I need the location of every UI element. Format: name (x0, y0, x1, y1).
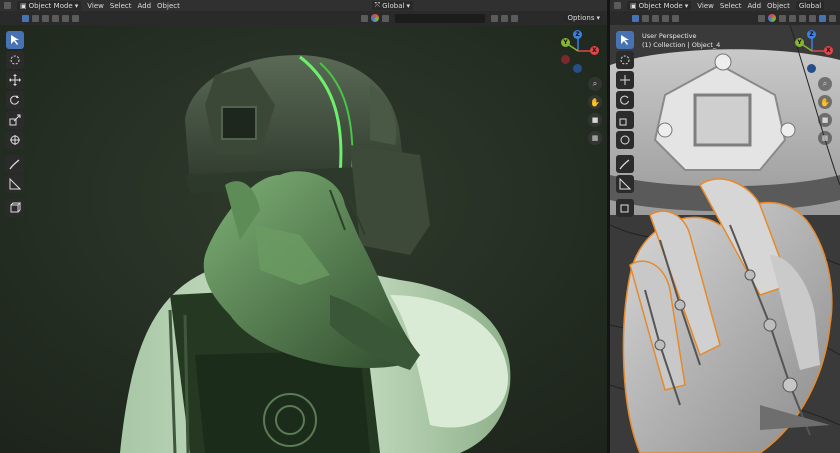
measure-icon[interactable] (616, 175, 634, 193)
transform-orientation-dropdown[interactable]: ⤧ Global ▾ (371, 1, 413, 10)
select-mode-subtract-icon[interactable] (662, 14, 669, 22)
left-toolbar (6, 31, 24, 217)
transform-orientation-dropdown[interactable]: Global (795, 1, 825, 10)
chevron-down-icon: ▾ (74, 1, 79, 10)
navigation-gizmo[interactable]: Z X Y (790, 29, 834, 73)
move-icon[interactable] (6, 71, 24, 89)
menu-view[interactable]: View (697, 2, 714, 10)
transform-icon[interactable] (616, 131, 634, 149)
gizmo-neg-z-axis[interactable] (807, 64, 816, 73)
render-viewport-image (0, 25, 607, 453)
gizmo-x-axis[interactable]: X (590, 46, 599, 55)
search-field[interactable] (395, 13, 486, 23)
camera-icon[interactable]: ■ (818, 113, 832, 127)
zoom-icon[interactable]: ⌕ (818, 77, 832, 91)
pan-hand-icon[interactable]: ✋ (818, 95, 832, 109)
view-name-label: User Perspective (642, 32, 697, 40)
menu-add[interactable]: Add (747, 2, 761, 10)
view3d-icon (4, 2, 11, 9)
select-mode-invert-icon[interactable] (62, 14, 69, 22)
cursor-select-icon[interactable] (616, 31, 634, 49)
select-mode-extend-icon[interactable] (42, 14, 49, 22)
select-box-icon[interactable] (22, 14, 29, 22)
object-mode-icon: ▣ (630, 1, 637, 10)
scale-icon[interactable] (6, 111, 24, 129)
outliner-filter-icon[interactable] (501, 14, 509, 22)
left-viewport[interactable]: Z X Y ⌕ ✋ ■ ▦ (0, 25, 607, 453)
overlays-icon[interactable] (789, 14, 796, 22)
select-mode-subtract-icon[interactable] (52, 14, 59, 22)
gizmo-y-axis[interactable]: Y (795, 38, 804, 47)
cursor-select-icon[interactable] (6, 31, 24, 49)
rotate-icon[interactable] (6, 91, 24, 109)
view3d-icon (614, 2, 621, 9)
right-editor-header: ▣ Object Mode ▾ View Select Add Object Glo… (610, 0, 840, 11)
transform-icon[interactable] (6, 131, 24, 149)
gizmo-toggle-icon[interactable] (382, 14, 390, 22)
shading-solid-icon[interactable] (819, 14, 826, 22)
gizmo-neg-x-axis[interactable] (561, 55, 570, 64)
cursor-3d-icon[interactable] (616, 51, 634, 69)
measure-icon[interactable] (6, 175, 24, 193)
cursor-3d-icon[interactable] (6, 51, 24, 69)
options-dropdown[interactable]: Options ▾ (564, 13, 603, 23)
select-mode-intersect-icon[interactable] (72, 14, 79, 22)
xray-icon[interactable] (799, 14, 806, 22)
select-mode-invert-icon[interactable] (672, 14, 679, 22)
view-object-types-icon[interactable] (361, 14, 369, 22)
select-mode-set-icon[interactable] (642, 14, 649, 22)
scale-icon[interactable] (616, 111, 634, 129)
chevron-down-icon: ▾ (684, 1, 689, 10)
annotate-icon[interactable] (6, 155, 24, 173)
menu-object[interactable]: Object (767, 2, 790, 10)
gizmo-neg-z-axis[interactable] (573, 64, 582, 73)
zoom-icon[interactable]: ⌕ (588, 77, 602, 91)
overlay-color-icon[interactable] (371, 14, 380, 22)
rotate-icon[interactable] (616, 91, 634, 109)
right-tool-header (610, 11, 840, 25)
chevron-down-icon: ▾ (406, 1, 410, 10)
add-cube-icon[interactable] (616, 199, 634, 217)
editor-type-button[interactable] (4, 2, 11, 9)
axes-icon: ⤧ (374, 1, 381, 9)
perspective-grid-icon[interactable]: ▦ (818, 131, 832, 145)
camera-icon[interactable]: ■ (588, 113, 602, 127)
right-toolbar (616, 31, 634, 217)
collection-label: (1) Collection | Object_4 (642, 41, 721, 49)
chevron-down-icon: ▾ (596, 14, 600, 22)
gizmo-toggle-icon[interactable] (779, 14, 786, 22)
gizmo-z-axis[interactable]: Z (573, 30, 582, 39)
gizmo-z-axis[interactable]: Z (807, 30, 816, 39)
object-mode-icon: ▣ (20, 1, 27, 10)
menu-select[interactable]: Select (110, 2, 132, 10)
editor-type-button[interactable] (614, 2, 621, 9)
menu-select[interactable]: Select (720, 2, 742, 10)
select-mode-set-icon[interactable] (32, 14, 39, 22)
navigation-gizmo[interactable]: Z X Y (556, 29, 600, 73)
solid-viewport-image (610, 25, 840, 453)
annotate-icon[interactable] (616, 155, 634, 173)
overlay-color-icon[interactable] (768, 14, 776, 22)
filter-icon[interactable] (511, 14, 519, 22)
shading-material-icon[interactable] (829, 14, 836, 22)
left-editor-header: ▣ Object Mode ▾ View Select Add Object ⤧ Gl… (0, 0, 607, 11)
menu-object[interactable]: Object (157, 2, 180, 10)
gizmo-y-axis[interactable]: Y (561, 38, 570, 47)
add-cube-icon[interactable] (6, 199, 24, 217)
gizmo-x-axis[interactable]: X (824, 46, 833, 55)
mode-dropdown[interactable]: ▣ Object Mode ▾ (17, 1, 82, 10)
menu-add[interactable]: Add (137, 2, 151, 10)
shading-wire-icon[interactable] (809, 14, 816, 22)
pan-hand-icon[interactable]: ✋ (588, 95, 602, 109)
select-box-icon[interactable] (632, 14, 639, 22)
select-mode-extend-icon[interactable] (652, 14, 659, 22)
right-viewport[interactable]: User Perspective (1) Collection | Object… (610, 25, 840, 453)
bookmark-icon[interactable] (491, 14, 499, 22)
mode-dropdown[interactable]: ▣ Object Mode ▾ (627, 1, 692, 10)
view-object-types-icon[interactable] (758, 14, 765, 22)
move-icon[interactable] (616, 71, 634, 89)
menu-view[interactable]: View (87, 2, 104, 10)
left-tool-header: Options ▾ (0, 11, 607, 25)
perspective-grid-icon[interactable]: ▦ (588, 131, 602, 145)
